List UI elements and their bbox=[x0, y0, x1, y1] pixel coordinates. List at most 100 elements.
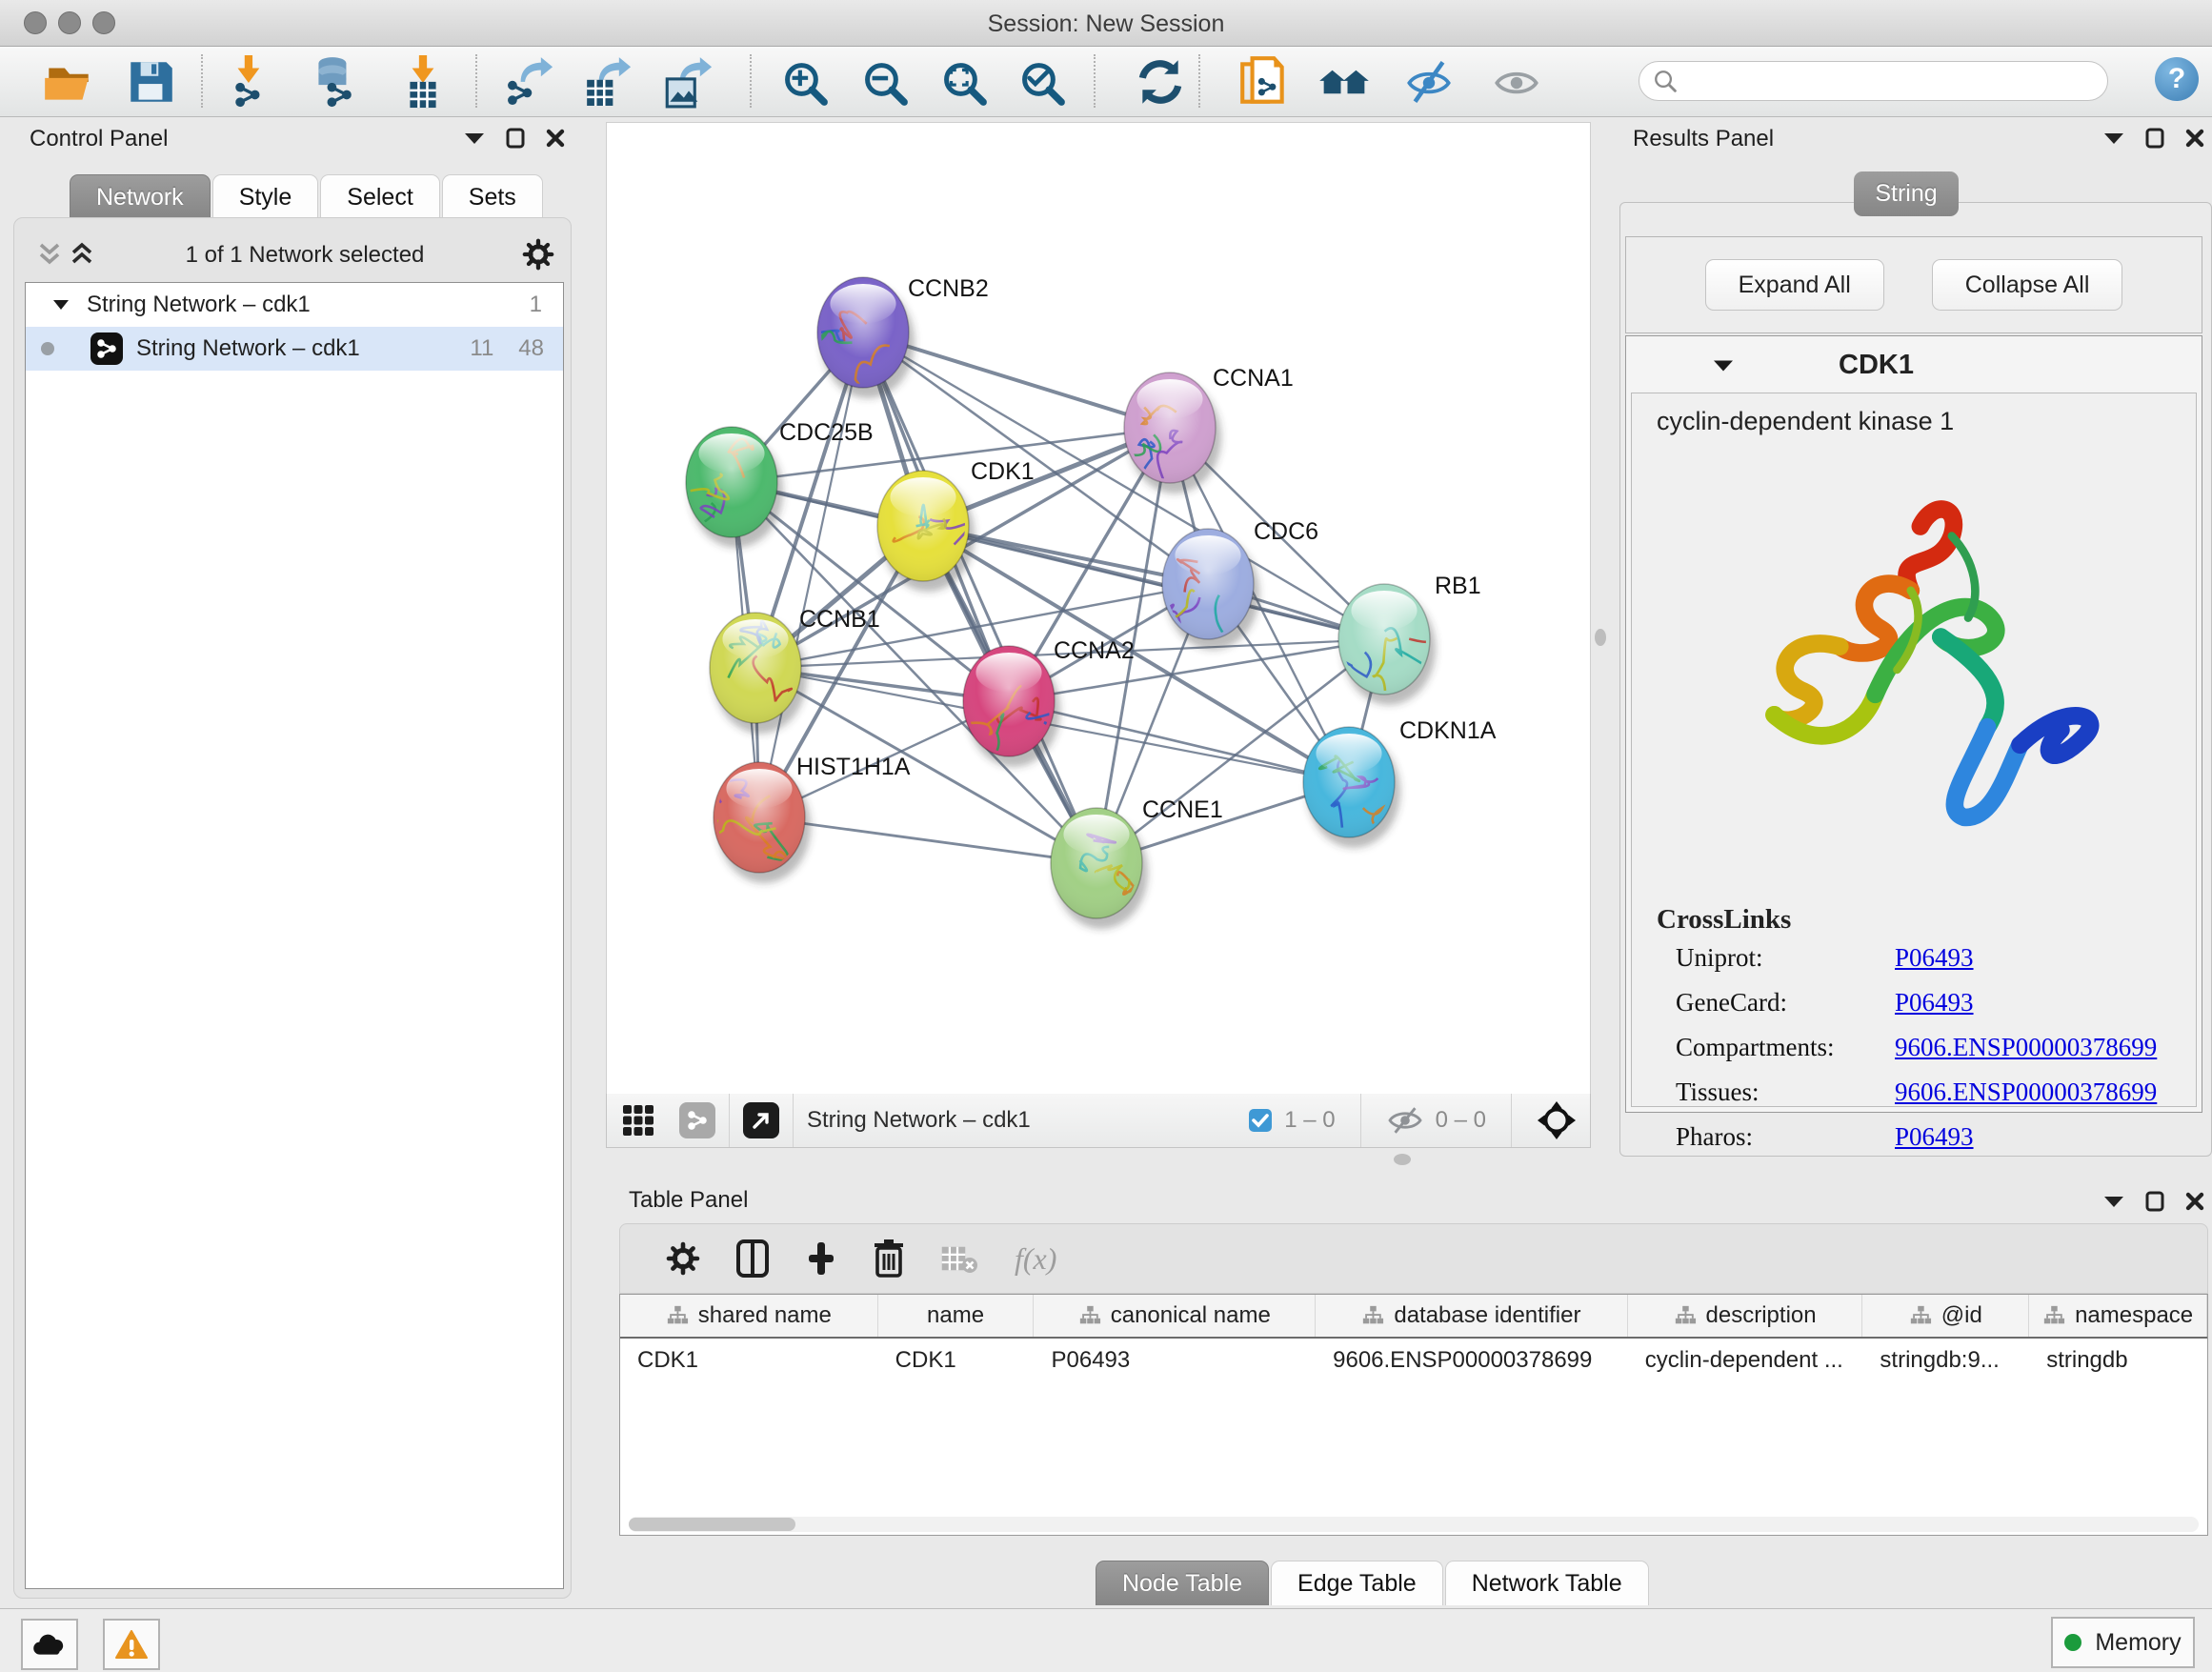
table-panel-title: Table Panel bbox=[629, 1187, 748, 1214]
show-all-icon[interactable] bbox=[1489, 54, 1544, 110]
cell[interactable]: cyclin-dependent ... bbox=[1628, 1339, 1863, 1382]
table-hscrollbar-thumb[interactable] bbox=[629, 1518, 795, 1531]
table-panel-controls bbox=[2103, 1191, 2204, 1212]
help-button[interactable]: ? bbox=[2155, 57, 2199, 101]
zoom-out-icon[interactable] bbox=[856, 54, 912, 110]
network-node-CDKN1A[interactable] bbox=[1303, 727, 1400, 849]
maximize-panel-icon[interactable] bbox=[506, 128, 525, 149]
update-view-icon[interactable] bbox=[1133, 54, 1188, 110]
column-header-database-identifier[interactable]: database identifier bbox=[1316, 1295, 1628, 1337]
search-input[interactable] bbox=[1678, 67, 2081, 95]
tab-string[interactable]: String bbox=[1854, 171, 1959, 216]
crosslink-link[interactable]: 9606.ENSP00000378699 bbox=[1895, 1033, 2157, 1062]
table-hscrollbar[interactable] bbox=[629, 1517, 2199, 1532]
home-icon[interactable] bbox=[1317, 54, 1372, 110]
expand-all-networks-icon[interactable] bbox=[69, 240, 95, 273]
network-canvas[interactable]: CCNB2CCNA1CDC25BCDK1CDC6RB1CCNB1CCNA2CDK… bbox=[606, 122, 1591, 1096]
export-image-icon[interactable] bbox=[660, 54, 715, 110]
export-table-icon[interactable] bbox=[579, 54, 634, 110]
close-panel-icon[interactable] bbox=[546, 129, 565, 148]
fit-selected-crosshair-icon[interactable] bbox=[1537, 1100, 1577, 1140]
birds-eye-grid-icon[interactable] bbox=[622, 1104, 654, 1137]
clone-network-icon[interactable] bbox=[1237, 54, 1292, 110]
network-node-CDK1[interactable] bbox=[877, 471, 975, 592]
crosslink-link[interactable]: P06493 bbox=[1895, 988, 1974, 1017]
close-panel-icon[interactable] bbox=[2185, 1192, 2204, 1211]
zoom-in-icon[interactable] bbox=[776, 54, 832, 110]
selected-checkbox-icon[interactable] bbox=[1248, 1108, 1273, 1133]
network-node-CCNB1[interactable] bbox=[710, 613, 807, 734]
network-node-RB1[interactable] bbox=[1335, 584, 1438, 710]
hide-selected-icon[interactable] bbox=[1401, 54, 1457, 110]
column-header-shared-name[interactable]: shared name bbox=[620, 1295, 878, 1337]
panel-splitter-handle[interactable] bbox=[1595, 629, 1606, 646]
network-options-gear-icon[interactable] bbox=[522, 238, 554, 271]
search-icon bbox=[1653, 69, 1678, 93]
collection-expand-icon[interactable] bbox=[52, 298, 70, 312]
float-panel-icon[interactable] bbox=[464, 131, 485, 145]
tab-edge-table[interactable]: Edge Table bbox=[1271, 1561, 1443, 1605]
close-panel-icon[interactable] bbox=[2185, 129, 2204, 148]
column-header-name[interactable]: name bbox=[878, 1295, 1035, 1337]
network-node-CCNA1[interactable] bbox=[1116, 373, 1221, 494]
gene-collapse-icon[interactable] bbox=[1713, 358, 1734, 373]
network-node-HIST1H1A[interactable] bbox=[714, 762, 811, 883]
open-session-icon[interactable] bbox=[41, 54, 96, 110]
column-header-canonical-name[interactable]: canonical name bbox=[1034, 1295, 1316, 1337]
column-header-description[interactable]: description bbox=[1628, 1295, 1863, 1337]
collapse-all-button[interactable]: Collapse All bbox=[1932, 259, 2123, 311]
zoom-selected-icon[interactable] bbox=[1014, 54, 1069, 110]
gene-section-header[interactable]: CDK1 bbox=[1627, 338, 2199, 392]
show-columns-icon[interactable] bbox=[736, 1239, 769, 1278]
network-node-CCNE1[interactable] bbox=[1051, 808, 1149, 929]
cell[interactable]: P06493 bbox=[1034, 1339, 1316, 1382]
import-network-from-database-icon[interactable] bbox=[307, 54, 362, 110]
column-header-namespace[interactable]: namespace bbox=[2029, 1295, 2207, 1337]
string-view-icon[interactable] bbox=[679, 1102, 715, 1138]
maximize-panel-icon[interactable] bbox=[2145, 128, 2164, 149]
import-network-from-file-icon[interactable] bbox=[223, 54, 278, 110]
netbar-divider bbox=[1360, 1094, 1361, 1147]
collapse-all-networks-icon[interactable] bbox=[36, 240, 63, 273]
network-row-selected[interactable]: String Network – cdk1 11 48 bbox=[26, 327, 563, 371]
cell[interactable]: 9606.ENSP00000378699 bbox=[1316, 1339, 1628, 1382]
save-session-icon[interactable] bbox=[123, 54, 178, 110]
table-splitter-handle[interactable] bbox=[1394, 1154, 1411, 1165]
memory-button[interactable]: Memory bbox=[2051, 1617, 2195, 1668]
network-node-CDC6[interactable] bbox=[1155, 529, 1266, 652]
warnings-button[interactable] bbox=[103, 1619, 160, 1670]
column-header-@id[interactable]: @id bbox=[1862, 1295, 2029, 1337]
zoom-fit-content-icon[interactable] bbox=[935, 54, 991, 110]
table-row[interactable]: CDK1CDK1P064939606.ENSP00000378699cyclin… bbox=[620, 1339, 2207, 1382]
float-panel-icon[interactable] bbox=[2103, 1195, 2124, 1208]
export-network-icon[interactable] bbox=[501, 54, 556, 110]
expand-all-button[interactable]: Expand All bbox=[1705, 259, 1884, 311]
cell[interactable]: CDK1 bbox=[620, 1339, 878, 1382]
tab-network[interactable]: Network bbox=[70, 174, 211, 219]
edge-CCNB2-CCNE1[interactable] bbox=[863, 332, 1096, 863]
tab-network-table[interactable]: Network Table bbox=[1445, 1561, 1649, 1605]
cloud-status-button[interactable] bbox=[21, 1619, 78, 1670]
tab-select[interactable]: Select bbox=[320, 174, 439, 219]
create-column-icon[interactable] bbox=[805, 1240, 837, 1277]
tab-node-table[interactable]: Node Table bbox=[1096, 1561, 1269, 1605]
network-node-CCNB2[interactable] bbox=[796, 277, 915, 399]
network-node-CCNA2[interactable] bbox=[963, 646, 1067, 791]
crosslink-link[interactable]: P06493 bbox=[1895, 1122, 1974, 1152]
network-collection-row[interactable]: String Network – cdk1 1 bbox=[26, 283, 563, 327]
cell[interactable]: CDK1 bbox=[878, 1339, 1035, 1382]
float-panel-icon[interactable] bbox=[2103, 131, 2124, 145]
cell[interactable]: stringdb bbox=[2029, 1339, 2207, 1382]
crosslink-link[interactable]: 9606.ENSP00000378699 bbox=[1895, 1078, 2157, 1107]
delete-column-icon[interactable] bbox=[874, 1239, 904, 1278]
cell[interactable]: stringdb:9... bbox=[1862, 1339, 2029, 1382]
tab-sets[interactable]: Sets bbox=[442, 174, 543, 219]
maximize-panel-icon[interactable] bbox=[2145, 1191, 2164, 1212]
network-node-CDC25B[interactable] bbox=[686, 427, 783, 557]
tab-style[interactable]: Style bbox=[212, 174, 319, 219]
import-table-from-file-icon[interactable] bbox=[395, 54, 451, 110]
toolbar-search[interactable] bbox=[1639, 61, 2108, 101]
crosslink-link[interactable]: P06493 bbox=[1895, 943, 1974, 973]
table-options-gear-icon[interactable] bbox=[666, 1241, 700, 1276]
open-in-window-icon[interactable] bbox=[743, 1102, 779, 1138]
